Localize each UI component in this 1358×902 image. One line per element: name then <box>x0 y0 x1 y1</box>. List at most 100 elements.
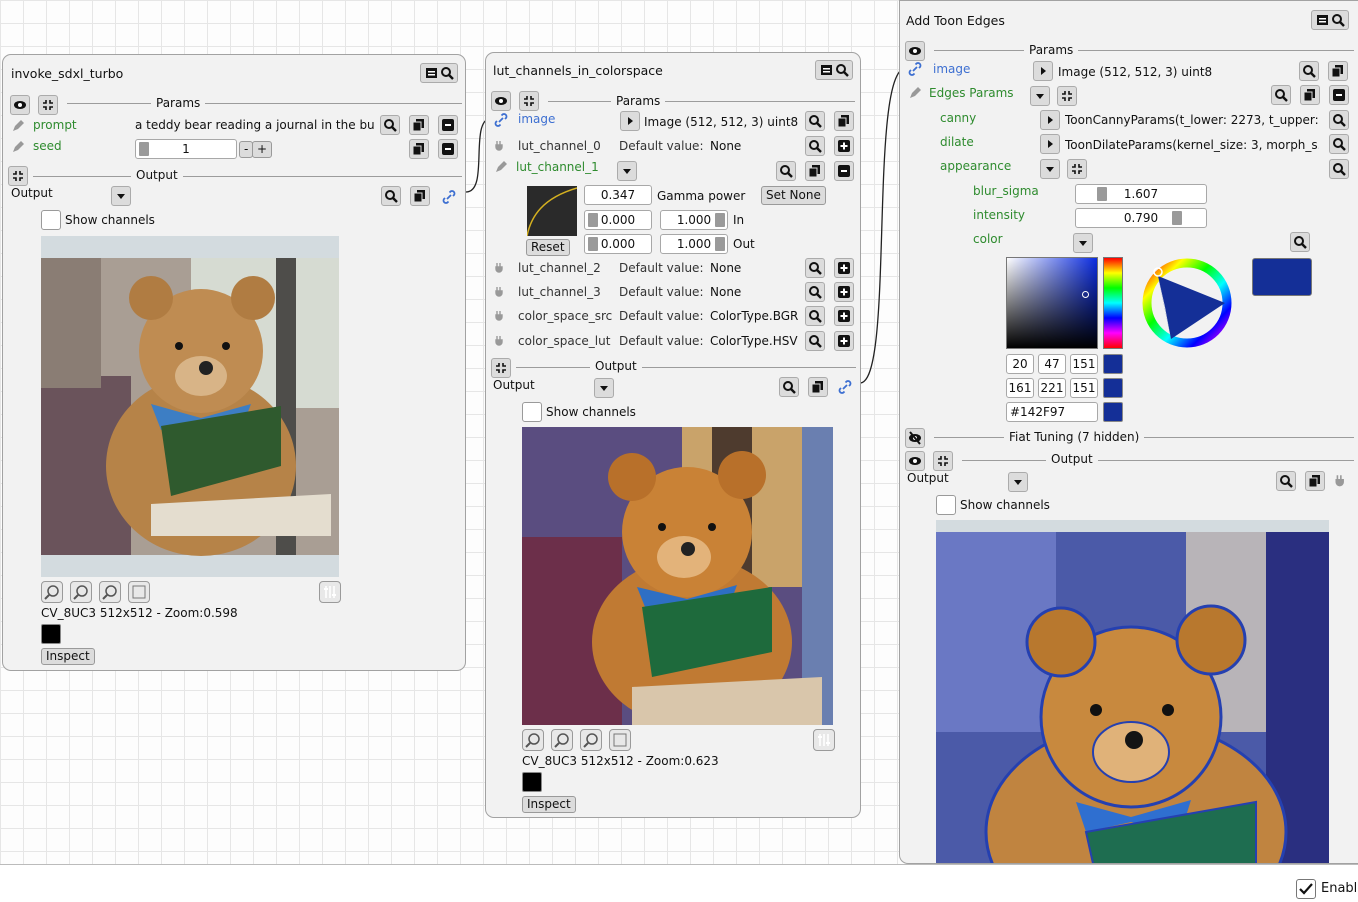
hsv-s-input[interactable]: 221 <box>1038 378 1066 398</box>
prompt-remove-button[interactable] <box>438 115 458 135</box>
slider-knob[interactable] <box>1096 187 1107 201</box>
blur-sigma-slider[interactable]: 1.607 <box>1075 184 1207 204</box>
image-copy-button[interactable] <box>1328 61 1348 81</box>
color-wheel[interactable] <box>1141 257 1233 349</box>
output-expand-button[interactable] <box>111 186 131 206</box>
image-expand-button[interactable] <box>620 111 640 131</box>
slider-knob[interactable] <box>715 237 725 251</box>
output-copy-button[interactable] <box>808 377 828 397</box>
output-copy-button[interactable] <box>1305 471 1325 491</box>
lut-channel-1-expand-button[interactable] <box>617 161 637 181</box>
image-zoom-button[interactable] <box>1299 61 1319 81</box>
zoom-fit-button[interactable] <box>580 729 602 751</box>
slider-knob[interactable] <box>588 213 598 227</box>
lut-channel-1-copy-button[interactable] <box>805 161 825 181</box>
picker-cursor[interactable] <box>1082 291 1089 298</box>
node-invoke-sdxl-turbo[interactable]: invoke_sdxl_turbo Params prompt a teddy … <box>2 54 466 671</box>
full-view-button[interactable] <box>128 581 150 603</box>
zoom-fit-button[interactable] <box>99 581 121 603</box>
full-view-button[interactable] <box>609 729 631 751</box>
seed-increment-button[interactable]: + <box>252 141 273 158</box>
inspect-button[interactable]: Inspect <box>522 796 576 813</box>
collapse-button[interactable] <box>38 95 58 115</box>
slider-knob[interactable] <box>588 237 598 251</box>
image-settings-button[interactable] <box>319 581 341 603</box>
output-copy-button[interactable] <box>410 186 430 206</box>
slider-knob[interactable] <box>1172 211 1183 225</box>
appearance-expand-button[interactable] <box>1040 159 1060 179</box>
out-max-slider[interactable]: 1.000 <box>660 234 728 254</box>
inspect-button[interactable]: Inspect <box>41 648 95 665</box>
minimap-zoom-button[interactable] <box>815 60 853 80</box>
fiat-tuning-toggle-button[interactable] <box>905 428 925 448</box>
show-channels-checkbox[interactable] <box>41 210 61 230</box>
hsv-v-input[interactable]: 151 <box>1070 378 1098 398</box>
color-space-lut-add-button[interactable] <box>834 331 854 351</box>
node-lut-channels[interactable]: lut_channels_in_colorspace Params image … <box>485 52 861 818</box>
minimap-zoom-button[interactable] <box>420 63 458 83</box>
dilate-expand-button[interactable] <box>1040 134 1060 154</box>
slider-knob[interactable] <box>715 213 725 227</box>
zoom-out-button[interactable] <box>551 729 573 751</box>
lut-channel-1-remove-button[interactable] <box>834 161 854 181</box>
canny-zoom-button[interactable] <box>1329 110 1349 130</box>
color-space-src-zoom-button[interactable] <box>805 306 825 326</box>
plug-icon[interactable] <box>1334 473 1350 489</box>
collapse-button[interactable] <box>519 91 539 111</box>
link-icon[interactable] <box>907 61 923 77</box>
output-zoom-button[interactable] <box>779 377 799 397</box>
output-image[interactable] <box>41 236 339 577</box>
image-expand-button[interactable] <box>1033 61 1053 81</box>
hex-input[interactable]: #142F97 <box>1006 402 1098 422</box>
color-space-lut-zoom-button[interactable] <box>805 331 825 351</box>
in-max-slider[interactable]: 1.000 <box>660 210 728 230</box>
lut-channel-0-add-button[interactable] <box>834 136 854 156</box>
output-expand-button[interactable] <box>1008 472 1028 492</box>
edges-params-copy-button[interactable] <box>1300 85 1320 105</box>
appearance-zoom-button[interactable] <box>1329 159 1349 179</box>
visibility-toggle-button[interactable] <box>491 91 511 111</box>
edges-params-remove-button[interactable] <box>1329 85 1349 105</box>
prompt-copy-button[interactable] <box>409 115 429 135</box>
image-zoom-button[interactable] <box>805 111 825 131</box>
lut-curve-preview[interactable] <box>527 186 577 236</box>
enable-checkbox[interactable] <box>1296 879 1316 899</box>
selected-color-preview[interactable] <box>1252 258 1312 296</box>
seed-copy-button[interactable] <box>409 139 429 159</box>
color-zoom-button[interactable] <box>1290 232 1310 252</box>
output-collapse-button[interactable] <box>933 451 953 471</box>
visibility-toggle-button[interactable] <box>10 95 30 115</box>
output-expand-button[interactable] <box>594 378 614 398</box>
dilate-zoom-button[interactable] <box>1329 134 1349 154</box>
hsv-h-input[interactable]: 161 <box>1006 378 1034 398</box>
in-min-slider[interactable]: 0.000 <box>584 210 652 230</box>
image-settings-button[interactable] <box>813 729 835 751</box>
set-none-button[interactable]: Set None <box>761 186 826 205</box>
canny-expand-button[interactable] <box>1040 110 1060 130</box>
lut-channel-2-add-button[interactable] <box>834 258 854 278</box>
link-icon[interactable] <box>493 112 509 128</box>
visibility-toggle-button[interactable] <box>905 41 925 61</box>
color-space-src-add-button[interactable] <box>834 306 854 326</box>
reset-button[interactable]: Reset <box>526 239 570 256</box>
color-hue-bar[interactable] <box>1103 257 1123 349</box>
rgb-b-input[interactable]: 151 <box>1070 354 1098 374</box>
zoom-in-button[interactable] <box>522 729 544 751</box>
output-collapse-button[interactable] <box>491 358 511 378</box>
minimap-zoom-button[interactable] <box>1311 10 1349 30</box>
gamma-input[interactable]: 0.347 <box>584 185 652 205</box>
lut-channel-3-add-button[interactable] <box>834 282 854 302</box>
output-visibility-button[interactable] <box>905 451 925 471</box>
appearance-collapse-button[interactable] <box>1067 159 1087 179</box>
output-image[interactable] <box>936 520 1329 863</box>
output-zoom-button[interactable] <box>381 186 401 206</box>
image-copy-button[interactable] <box>834 111 854 131</box>
zoom-out-button[interactable] <box>70 581 92 603</box>
output-image[interactable] <box>522 427 833 727</box>
link-icon[interactable] <box>837 379 853 395</box>
edges-params-zoom-button[interactable] <box>1271 85 1291 105</box>
seed-slider[interactable]: 1 <box>135 139 237 159</box>
rgb-g-input[interactable]: 47 <box>1038 354 1066 374</box>
output-collapse-button[interactable] <box>8 166 28 186</box>
rgb-r-input[interactable]: 20 <box>1006 354 1034 374</box>
